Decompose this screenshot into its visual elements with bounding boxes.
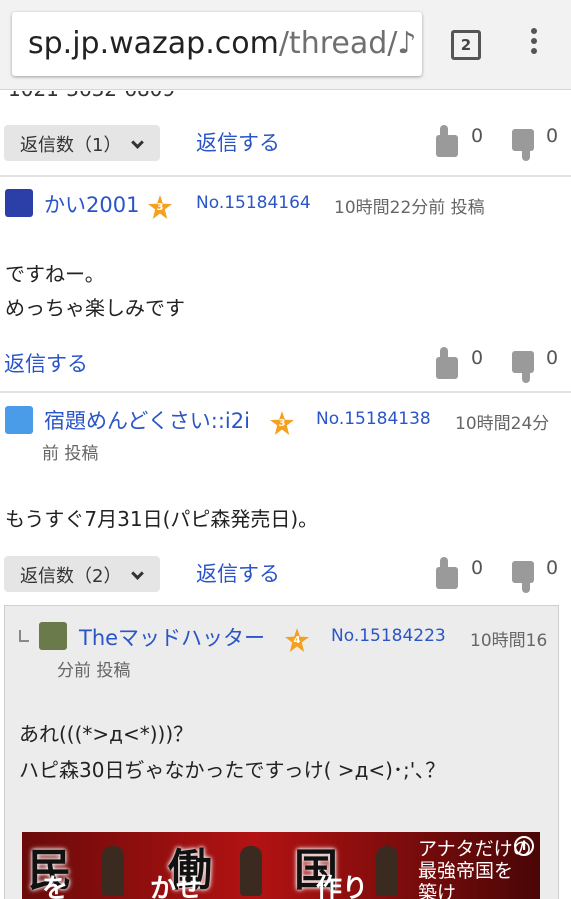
tab-switcher-button[interactable]: 2	[451, 30, 481, 60]
like-count: 0	[471, 557, 484, 579]
reply-link[interactable]: 返信する	[4, 348, 88, 378]
post-time-continued: 前 投稿	[42, 444, 99, 464]
username-link[interactable]: Theマッドハッター	[79, 622, 265, 652]
dislike-count: 0	[546, 125, 559, 147]
ad-kana: 作り	[316, 874, 369, 899]
thumbs-down-icon[interactable]	[512, 561, 534, 583]
post-time: 10時間16	[470, 631, 548, 651]
post-number-link[interactable]: No.15184164	[196, 193, 311, 213]
dislike-count: 0	[546, 557, 559, 579]
overflow-menu-icon[interactable]	[522, 28, 546, 62]
thumbs-down-icon[interactable]	[512, 129, 534, 151]
thumbs-up-icon[interactable]	[436, 347, 458, 379]
chevron-down-icon	[131, 567, 145, 580]
thumbs-down-icon[interactable]	[512, 351, 534, 373]
reply-body-line: あれ(((*>д<*)))？	[19, 722, 194, 746]
post-body-line: めっちゃ楽しみです	[5, 296, 185, 320]
username-link[interactable]: かい2001	[44, 189, 139, 219]
reply-count-button[interactable]: 返信数（1）	[4, 125, 160, 161]
url-bar[interactable]: sp.jp.wazap.com/thread/♪	[12, 12, 422, 76]
avatar[interactable]	[5, 189, 33, 217]
reply-body-line: ハピ森30日ぢゃなかったですっけ( >д<)･;'､？	[19, 758, 446, 782]
previous-post-text: 1021-3632-6809	[8, 91, 175, 101]
thumbs-up-icon[interactable]	[436, 125, 458, 157]
avatar[interactable]	[5, 406, 33, 434]
post-time-continued: 分前 投稿	[57, 661, 131, 681]
reply-link[interactable]: 返信する	[196, 127, 280, 157]
ad-character-image	[102, 846, 124, 896]
username-link[interactable]: 宿題めんどくさい::i2i	[44, 405, 250, 435]
ad-copy-line: 最強帝国を	[418, 860, 514, 882]
like-count: 0	[471, 125, 484, 147]
ad-character-image	[376, 846, 398, 896]
thread-content: 1021-3632-6809 返信数（1） 返信する 0 0 かい2001 3 …	[0, 91, 571, 899]
rank-star-icon: 4	[285, 628, 309, 652]
post-body-line: ですねー。	[5, 262, 105, 286]
dislike-count: 0	[546, 347, 559, 369]
post-time: 10時間24分	[455, 414, 550, 434]
like-count: 0	[471, 347, 484, 369]
thumbs-up-icon[interactable]	[436, 557, 458, 589]
reply-corner-icon	[19, 630, 29, 642]
reply-count-label: 返信数（2）	[20, 566, 122, 587]
post-divider	[0, 175, 571, 177]
url-host: sp.jp.wazap.com	[28, 26, 279, 61]
chevron-down-icon	[131, 136, 145, 149]
ad-character-image	[240, 846, 262, 896]
url-path: /thread/♪	[278, 26, 417, 61]
reply-link[interactable]: 返信する	[196, 558, 280, 588]
reply-count-label: 返信数（1）	[20, 135, 122, 156]
reply-count-button[interactable]: 返信数（2）	[4, 556, 160, 592]
ad-banner[interactable]: 民 を 働 かせ 国 作り アナタだけの 最強帝国を 築け i	[22, 832, 540, 899]
ad-info-icon[interactable]: i	[514, 836, 534, 856]
post-divider	[0, 391, 571, 393]
avatar[interactable]	[39, 622, 67, 650]
browser-toolbar: sp.jp.wazap.com/thread/♪ 2	[0, 0, 571, 90]
post-time: 10時間22分前 投稿	[334, 198, 485, 218]
ad-kana: かせ	[150, 874, 203, 899]
ad-kana: を	[42, 874, 69, 899]
rank-star-icon: 3	[270, 411, 294, 435]
ad-copy-line: 築け	[418, 882, 457, 899]
rank-star-icon: 3	[148, 195, 172, 219]
post-number-link[interactable]: No.15184138	[316, 409, 431, 429]
post-number-link[interactable]: No.15184223	[331, 626, 446, 646]
post-body-line: もうすぐ7月31日(パピ森発売日)。	[5, 507, 319, 531]
